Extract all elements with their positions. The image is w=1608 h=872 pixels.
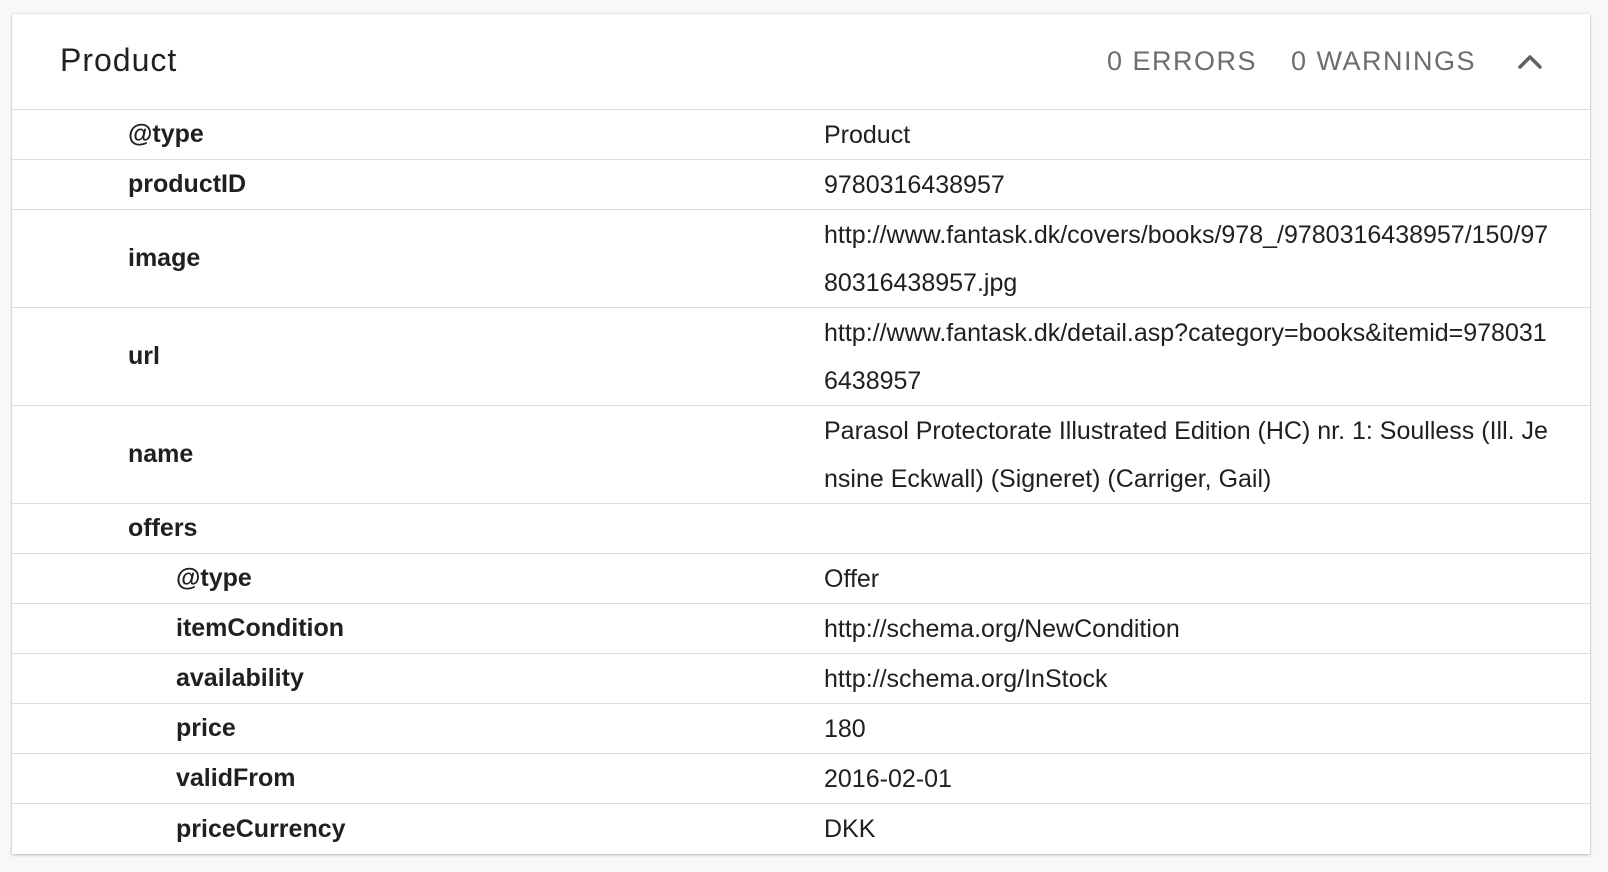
property-value: DKK	[824, 815, 876, 843]
property-key: @type	[176, 564, 252, 592]
property-key: validFrom	[176, 764, 296, 792]
property-value: 9780316438957	[824, 170, 1005, 199]
structured-data-panel: Product 0 ERRORS 0 WARNINGS @type Produc…	[12, 14, 1590, 854]
chevron-up-icon[interactable]	[1512, 44, 1548, 80]
panel-title: Product	[60, 42, 178, 78]
property-key: price	[176, 714, 236, 742]
property-value: Parasol Protectorate Illustrated Edition…	[824, 416, 1548, 493]
panel-header[interactable]: Product 0 ERRORS 0 WARNINGS	[12, 14, 1590, 110]
issue-counts: 0 ERRORS 0 WARNINGS	[1107, 46, 1476, 77]
property-value: 180	[824, 714, 866, 743]
errors-count: 0 ERRORS	[1106, 46, 1257, 76]
property-key: priceCurrency	[176, 814, 346, 843]
property-row: productID 9780316438957	[12, 160, 1590, 210]
property-key: image	[128, 244, 201, 272]
property-key: productID	[128, 170, 247, 198]
property-key: @type	[128, 120, 204, 148]
nested-property-row: availability http://schema.org/InStock	[12, 654, 1590, 704]
nested-property-row: priceCurrency DKK	[12, 804, 1590, 854]
property-value: Offer	[824, 564, 880, 593]
property-key: offers	[128, 514, 198, 542]
property-row: offers	[12, 504, 1590, 554]
property-row: name Parasol Protectorate Illustrated Ed…	[12, 406, 1590, 504]
nested-property-row: @type Offer	[12, 554, 1590, 604]
property-key: itemCondition	[176, 614, 345, 642]
property-value: http://schema.org/NewCondition	[824, 614, 1180, 643]
nested-property-row: validFrom 2016-02-01	[12, 754, 1590, 804]
property-value: http://www.fantask.dk/detail.asp?categor…	[824, 318, 1547, 395]
property-table: @type Product productID 9780316438957 im…	[12, 110, 1590, 854]
property-value: http://schema.org/InStock	[824, 664, 1108, 693]
property-value: 2016-02-01	[824, 764, 952, 793]
property-row: image http://www.fantask.dk/covers/books…	[12, 210, 1590, 308]
property-value: http://www.fantask.dk/covers/books/978_/…	[824, 220, 1549, 297]
property-row: url http://www.fantask.dk/detail.asp?cat…	[12, 308, 1590, 406]
property-key: availability	[176, 664, 304, 692]
property-value: Product	[824, 120, 911, 149]
warnings-count: 0 WARNINGS	[1290, 46, 1476, 76]
property-key: url	[128, 342, 160, 370]
property-key: name	[128, 440, 194, 468]
nested-property-row: itemCondition http://schema.org/NewCondi…	[12, 604, 1590, 654]
nested-property-row: price 180	[12, 704, 1590, 754]
property-row: @type Product	[12, 110, 1590, 160]
